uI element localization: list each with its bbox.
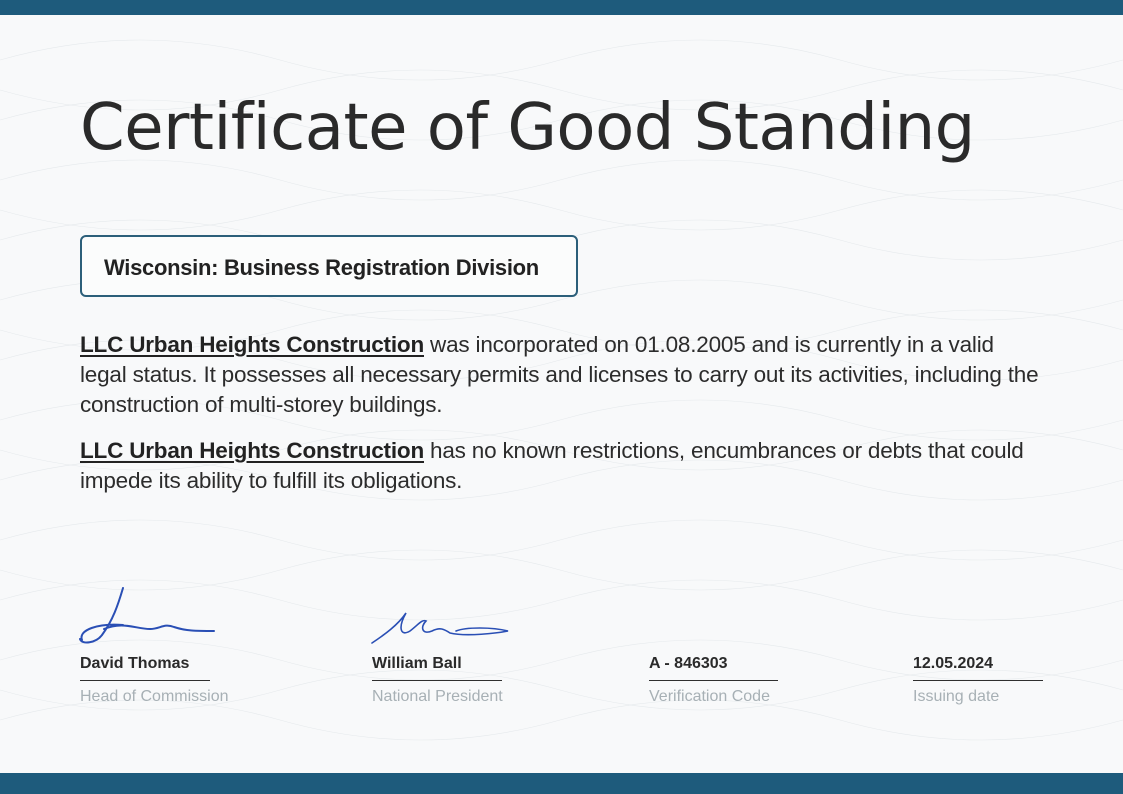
verification-code-line (649, 680, 778, 681)
incorporation-paragraph: LLC Urban Heights Construction was incor… (80, 330, 1045, 420)
signatory-role: Head of Commission (80, 688, 229, 705)
division-label: Wisconsin: Business Registration Divisio… (104, 255, 539, 280)
signature-william-ball (371, 612, 509, 644)
verification-code-value: A - 846303 (649, 655, 728, 672)
division-box: Wisconsin: Business Registration Divisio… (80, 235, 578, 297)
verification-code-label: Verification Code (649, 688, 770, 705)
signature-david-thomas (79, 587, 215, 644)
signature-line (372, 680, 502, 681)
signature-line (80, 680, 210, 681)
signatory-name: William Ball (372, 655, 462, 672)
signatory-name: David Thomas (80, 655, 190, 672)
bottom-accent-bar (0, 773, 1123, 794)
certificate-title: Certificate of Good Standing (80, 91, 975, 165)
issuing-date-label: Issuing date (913, 688, 1000, 705)
issuing-date-line (913, 680, 1043, 681)
restrictions-paragraph: LLC Urban Heights Construction has no kn… (80, 436, 1045, 496)
company-name: LLC Urban Heights Construction (80, 332, 424, 357)
top-accent-bar (0, 0, 1123, 15)
issuing-date-value: 12.05.2024 (913, 655, 994, 672)
company-name: LLC Urban Heights Construction (80, 438, 424, 463)
signatory-role: National President (372, 688, 503, 705)
